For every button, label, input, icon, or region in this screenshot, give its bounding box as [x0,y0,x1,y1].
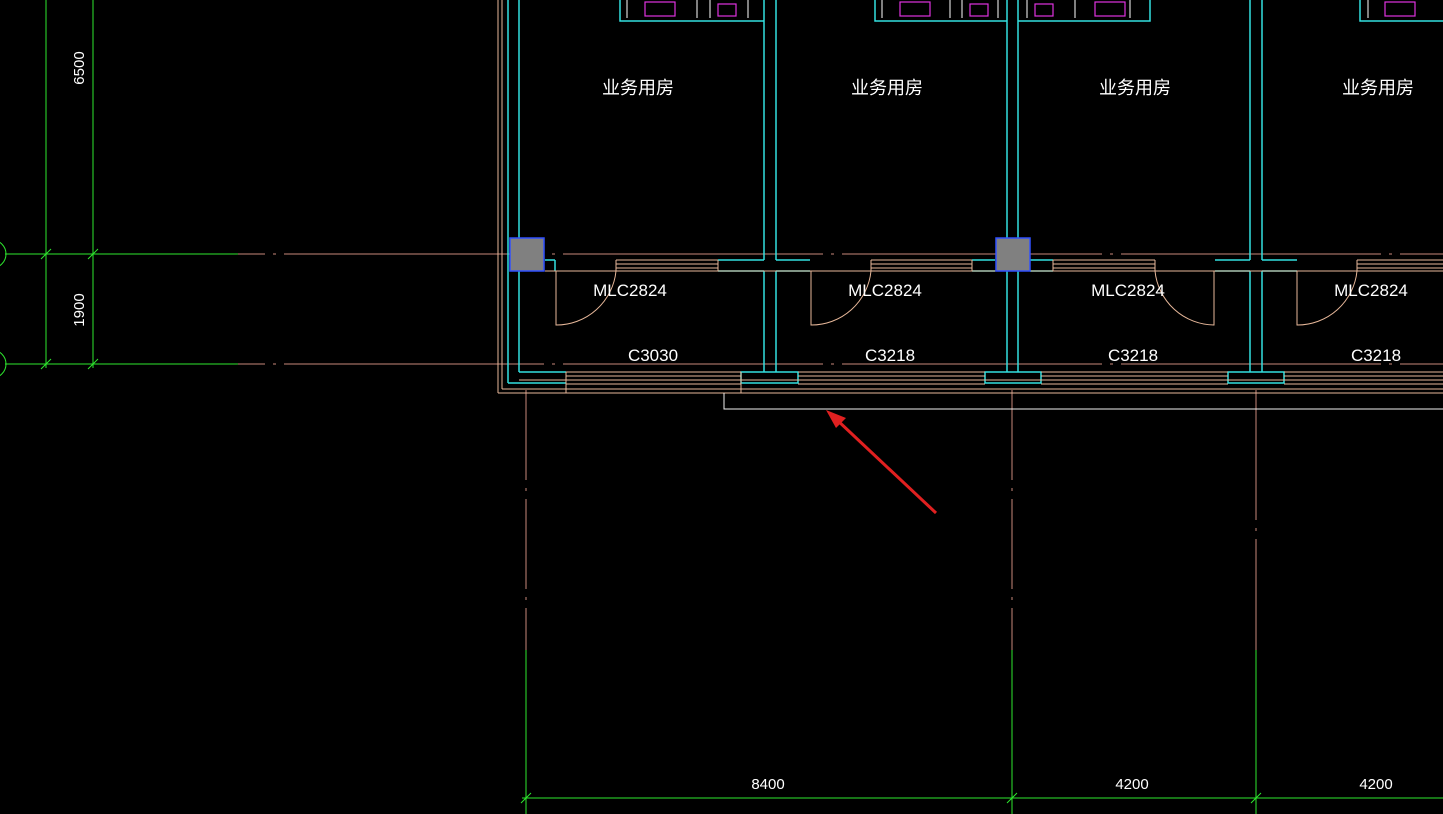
window-label-1: C3030 [628,346,678,365]
window-c3218-3 [1284,371,1443,385]
wall-top-room-2 [874,0,1007,22]
room-name-4: 业务用房 [1342,78,1414,99]
dim-text-4200-b: 4200 [1359,776,1392,793]
red-arrow-icon [826,410,938,515]
furniture-7 [1384,1,1416,17]
furniture [644,1,1416,17]
pier-1 [740,371,799,384]
column-2 [995,237,1031,272]
furniture-2 [717,3,737,17]
walls [507,0,1443,384]
door-label-2: MLC2824 [848,281,922,300]
window-label-3: C3218 [1108,346,1158,365]
mlc-sash-2 [870,259,973,271]
cad-drawing-canvas[interactable]: 6500 1900 8400 4200 4200 业务用房 业务用房 业务用房 … [0,0,1443,814]
room-name-3: 业务用房 [1099,78,1171,99]
dim-text-1900: 1900 [71,293,88,326]
mlc-sash-3 [1052,259,1156,271]
door-label-3: MLC2824 [1091,281,1165,300]
pier-2 [984,371,1042,384]
furniture-4 [969,3,989,17]
furniture-dividers [626,0,1369,18]
window-label-4: C3218 [1351,346,1401,365]
window-c3218-1 [798,371,985,385]
door-swings [555,270,1358,326]
windows [565,259,1443,393]
dim-text-4200-a: 4200 [1115,776,1148,793]
furniture-5 [1034,3,1054,17]
mlc-sash-4 [1356,259,1443,271]
door-label-1: MLC2824 [593,281,667,300]
door-label-4: MLC2824 [1334,281,1408,300]
furniture-3 [899,1,931,17]
furniture-1 [644,1,676,17]
window-c3030 [565,371,742,393]
dimension-lines [0,0,1443,814]
window-c3218-2 [1041,371,1228,385]
slab-edge [723,393,1443,410]
dim-text-6500: 6500 [71,51,88,84]
wall-top-room-1 [619,0,764,22]
pier-3 [1227,371,1285,384]
column-1 [509,237,545,272]
window-label-2: C3218 [865,346,915,365]
dim-text-8400: 8400 [751,776,784,793]
wall-top-room-4 [1359,0,1443,22]
axis-lines [5,253,1443,650]
room-name-1: 业务用房 [602,78,674,99]
facade-lines [497,0,1443,394]
room-name-2: 业务用房 [851,78,923,99]
furniture-6 [1094,1,1126,17]
mlc-sash-1 [615,259,719,271]
